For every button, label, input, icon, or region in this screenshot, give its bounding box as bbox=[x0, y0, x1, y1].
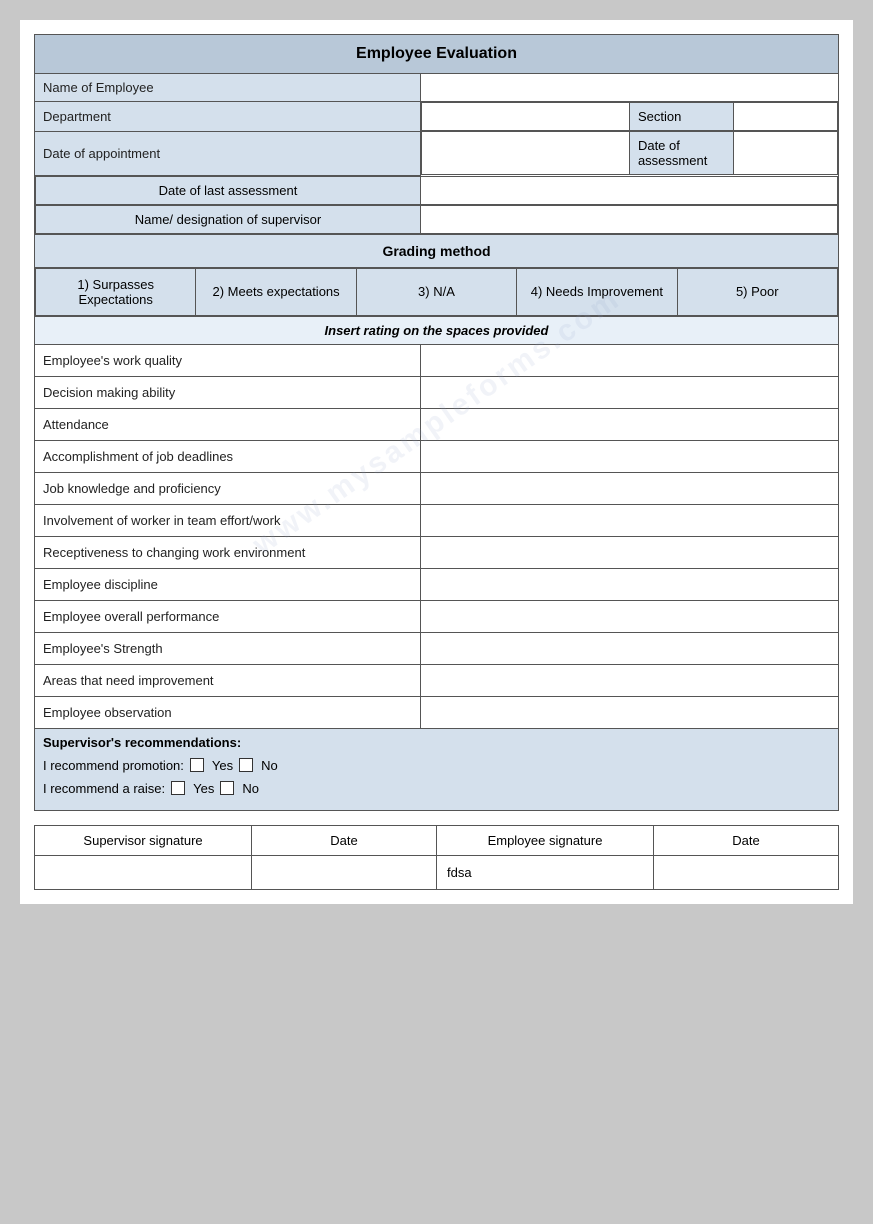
eval-item-row-9: Employee's Strength bbox=[35, 632, 839, 664]
sig-date2-header: Date bbox=[654, 825, 839, 855]
eval-value-10[interactable] bbox=[420, 664, 838, 696]
eval-item-row-3: Accomplishment of job deadlines bbox=[35, 440, 839, 472]
date-assessment-label: Date of assessment bbox=[629, 132, 733, 175]
raise-line: I recommend a raise: Yes No bbox=[43, 781, 830, 796]
eval-value-4[interactable] bbox=[420, 472, 838, 504]
eval-value-5[interactable] bbox=[420, 504, 838, 536]
raise-no-checkbox[interactable] bbox=[220, 781, 234, 795]
title-row: Employee Evaluation bbox=[35, 35, 839, 74]
insert-rating-text: Insert rating on the spaces provided bbox=[35, 316, 839, 344]
eval-label-11: Employee observation bbox=[35, 696, 421, 728]
grading-title: Grading method bbox=[35, 234, 839, 267]
sig-employee-header: Employee signature bbox=[436, 825, 653, 855]
employee-name-value[interactable] bbox=[420, 74, 838, 102]
recommendations-row: Supervisor's recommendations: I recommen… bbox=[35, 728, 839, 810]
department-value[interactable] bbox=[421, 103, 629, 131]
date-appointment-label: Date of appointment bbox=[35, 131, 421, 175]
sig-date1-value[interactable] bbox=[252, 855, 437, 889]
grade-3: 3) N/A bbox=[356, 268, 516, 315]
eval-value-8[interactable] bbox=[420, 600, 838, 632]
eval-label-6: Receptiveness to changing work environme… bbox=[35, 536, 421, 568]
grade-5: 5) Poor bbox=[677, 268, 837, 315]
grade-2: 2) Meets expectations bbox=[196, 268, 356, 315]
eval-item-row-11: Employee observation bbox=[35, 696, 839, 728]
eval-item-row-8: Employee overall performance bbox=[35, 600, 839, 632]
raise-yes-checkbox[interactable] bbox=[171, 781, 185, 795]
supervisor-label: Name/ designation of supervisor bbox=[36, 205, 421, 233]
grade-1: 1) Surpasses Expectations bbox=[36, 268, 196, 315]
section-label: Section bbox=[629, 103, 733, 131]
eval-value-0[interactable] bbox=[420, 344, 838, 376]
eval-label-7: Employee discipline bbox=[35, 568, 421, 600]
eval-item-row-0: Employee's work quality bbox=[35, 344, 839, 376]
sig-value-row: fdsa bbox=[35, 855, 839, 889]
supervisor-value[interactable] bbox=[420, 205, 837, 233]
eval-item-row-5: Involvement of worker in team effort/wor… bbox=[35, 504, 839, 536]
eval-item-row-1: Decision making ability bbox=[35, 376, 839, 408]
eval-value-3[interactable] bbox=[420, 440, 838, 472]
recommendations-cell: Supervisor's recommendations: I recommen… bbox=[35, 728, 839, 810]
eval-label-4: Job knowledge and proficiency bbox=[35, 472, 421, 504]
sig-header-row: Supervisor signature Date Employee signa… bbox=[35, 825, 839, 855]
employee-name-row: Name of Employee bbox=[35, 74, 839, 102]
signature-table: Supervisor signature Date Employee signa… bbox=[34, 825, 839, 890]
eval-label-8: Employee overall performance bbox=[35, 600, 421, 632]
supervisor-row: Name/ designation of supervisor bbox=[35, 205, 839, 235]
promotion-yes-label: Yes bbox=[212, 758, 233, 773]
employee-name-label: Name of Employee bbox=[35, 74, 421, 102]
eval-item-row-7: Employee discipline bbox=[35, 568, 839, 600]
eval-value-2[interactable] bbox=[420, 408, 838, 440]
date-appointment-value[interactable] bbox=[421, 132, 629, 175]
last-assessment-row: Date of last assessment bbox=[35, 175, 839, 205]
eval-item-row-4: Job knowledge and proficiency bbox=[35, 472, 839, 504]
insert-rating-row: Insert rating on the spaces provided bbox=[35, 316, 839, 344]
eval-label-10: Areas that need improvement bbox=[35, 664, 421, 696]
section-value[interactable] bbox=[733, 103, 837, 131]
dates-row: Date of appointment Date of assessment bbox=[35, 131, 839, 175]
raise-label: I recommend a raise: bbox=[43, 781, 165, 796]
last-assessment-value[interactable] bbox=[420, 176, 837, 204]
promotion-yes-checkbox[interactable] bbox=[190, 758, 204, 772]
rec-title: Supervisor's recommendations: bbox=[43, 735, 830, 750]
eval-item-row-6: Receptiveness to changing work environme… bbox=[35, 536, 839, 568]
grade-4: 4) Needs Improvement bbox=[517, 268, 677, 315]
sig-date2-value[interactable] bbox=[654, 855, 839, 889]
sig-date1-header: Date bbox=[252, 825, 437, 855]
eval-value-11[interactable] bbox=[420, 696, 838, 728]
form-title: Employee Evaluation bbox=[35, 35, 839, 74]
evaluation-table: Employee Evaluation Name of Employee Dep… bbox=[34, 34, 839, 811]
eval-value-1[interactable] bbox=[420, 376, 838, 408]
eval-label-3: Accomplishment of job deadlines bbox=[35, 440, 421, 472]
eval-label-2: Attendance bbox=[35, 408, 421, 440]
raise-yes-label: Yes bbox=[193, 781, 214, 796]
eval-value-9[interactable] bbox=[420, 632, 838, 664]
dept-section-row: Department Section bbox=[35, 102, 839, 132]
eval-item-row-2: Attendance bbox=[35, 408, 839, 440]
sig-supervisor-header: Supervisor signature bbox=[35, 825, 252, 855]
grading-options-row: 1) Surpasses Expectations 2) Meets expec… bbox=[35, 267, 839, 316]
eval-value-7[interactable] bbox=[420, 568, 838, 600]
eval-item-row-10: Areas that need improvement bbox=[35, 664, 839, 696]
raise-no-label: No bbox=[242, 781, 259, 796]
grading-header-row: Grading method bbox=[35, 234, 839, 267]
last-assessment-label: Date of last assessment bbox=[36, 176, 421, 204]
sig-supervisor-value[interactable] bbox=[35, 855, 252, 889]
promotion-no-label: No bbox=[261, 758, 278, 773]
eval-label-9: Employee's Strength bbox=[35, 632, 421, 664]
eval-value-6[interactable] bbox=[420, 536, 838, 568]
eval-label-0: Employee's work quality bbox=[35, 344, 421, 376]
sig-employee-value[interactable]: fdsa bbox=[436, 855, 653, 889]
promotion-no-checkbox[interactable] bbox=[239, 758, 253, 772]
department-label: Department bbox=[35, 102, 421, 132]
eval-label-5: Involvement of worker in team effort/wor… bbox=[35, 504, 421, 536]
eval-label-1: Decision making ability bbox=[35, 376, 421, 408]
promotion-line: I recommend promotion: Yes No bbox=[43, 758, 830, 773]
date-assessment-value[interactable] bbox=[733, 132, 837, 175]
promotion-label: I recommend promotion: bbox=[43, 758, 184, 773]
